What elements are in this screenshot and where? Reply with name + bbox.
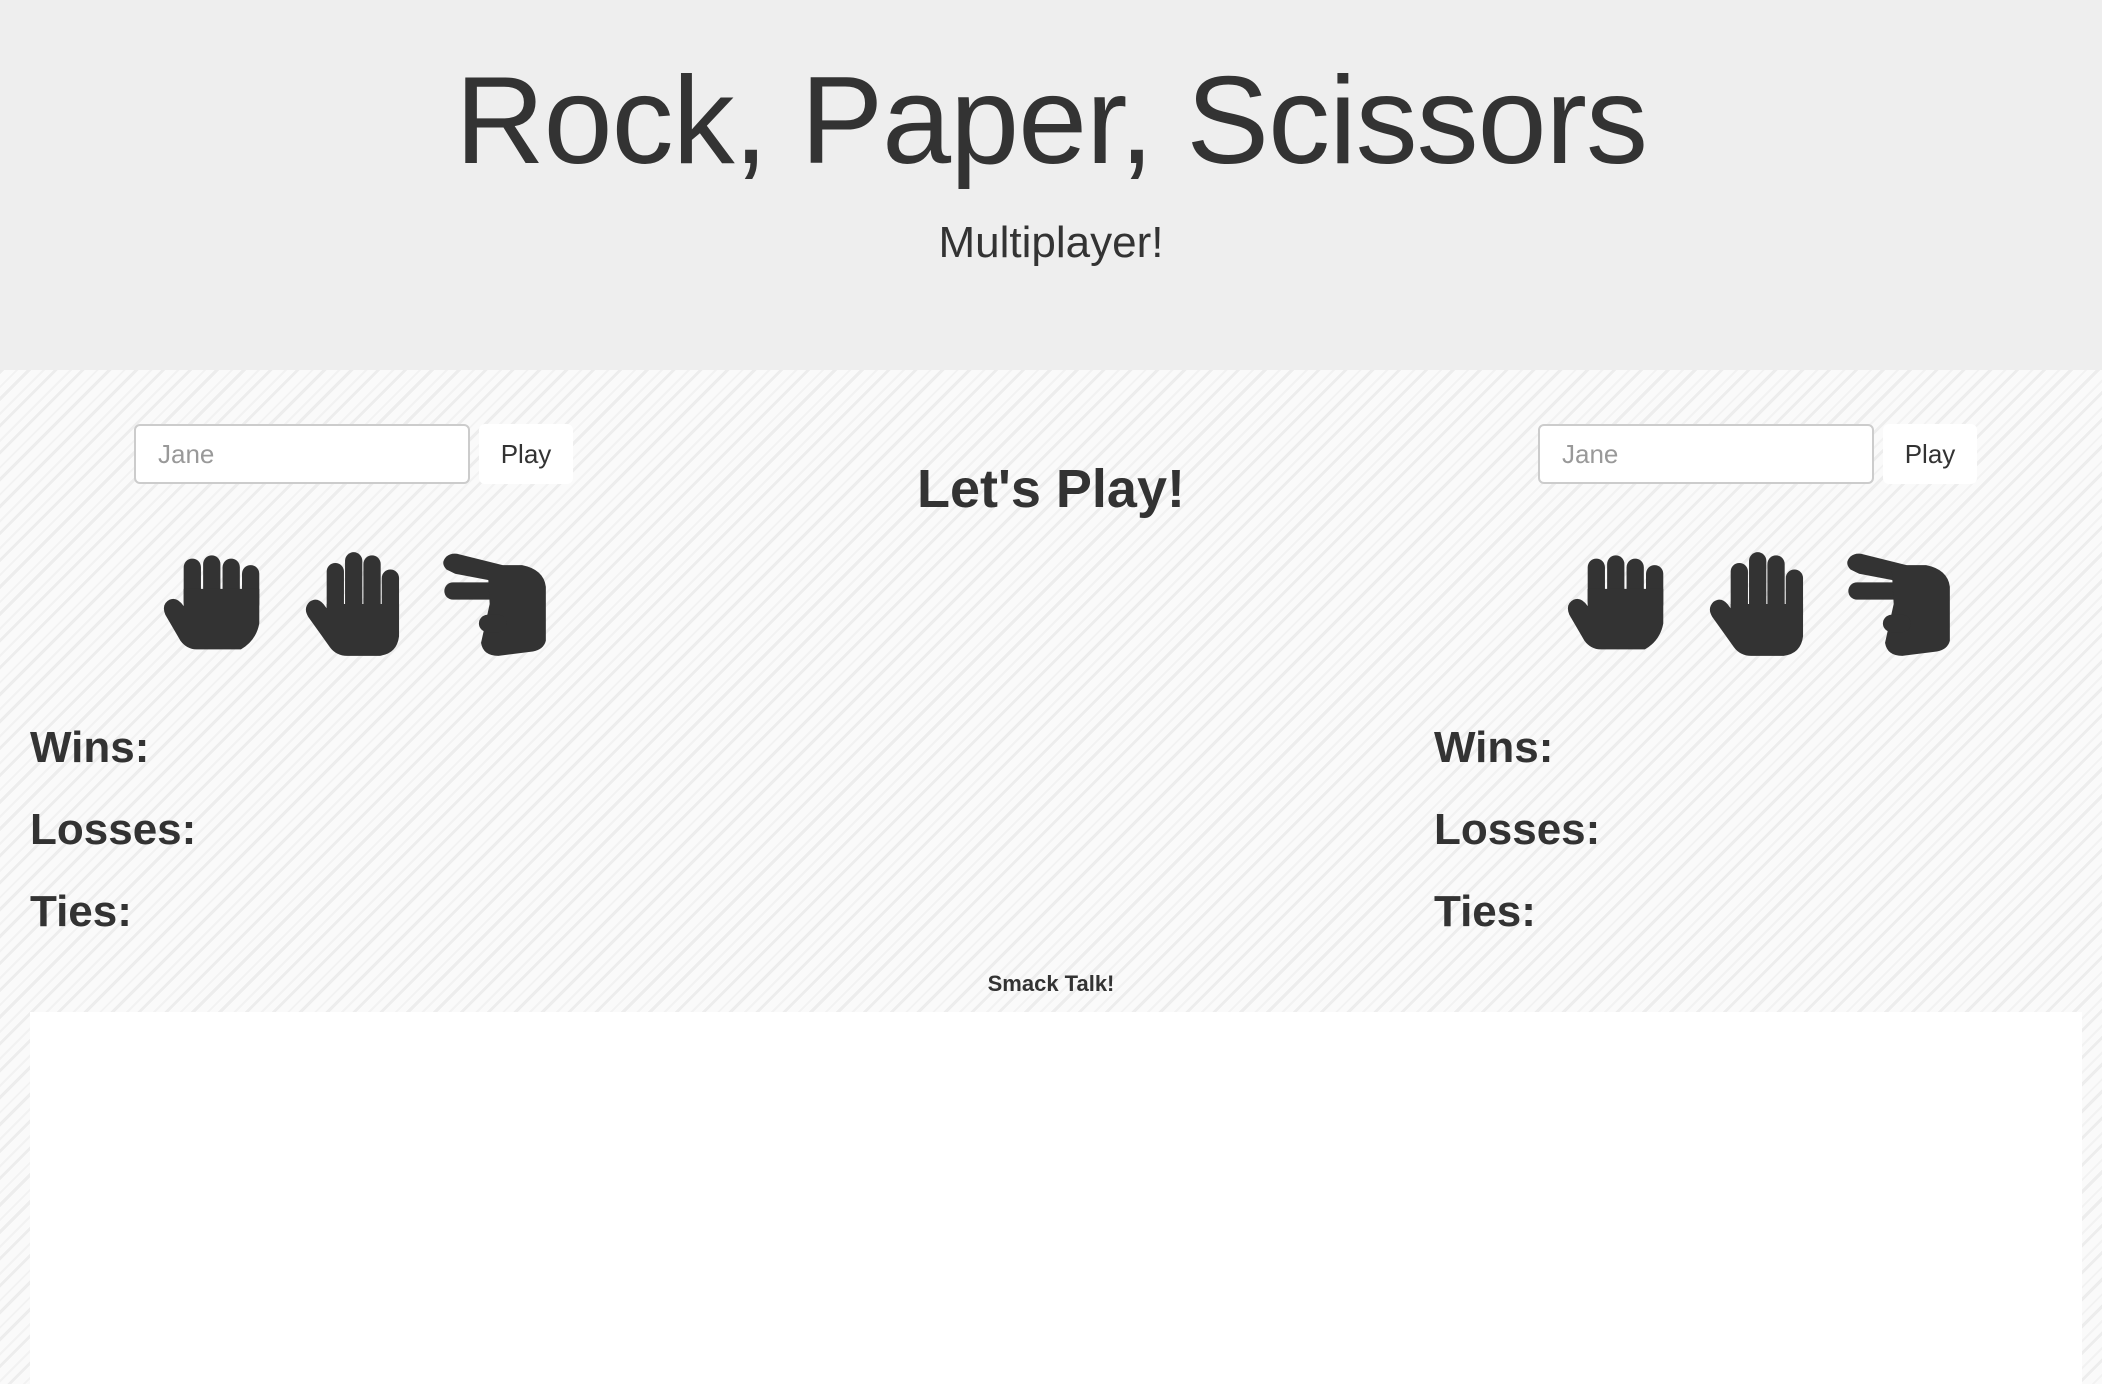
header-banner: Rock, Paper, Scissors Multiplayer! bbox=[0, 0, 2102, 370]
player2-scissors-icon[interactable] bbox=[1844, 550, 1952, 658]
player2-rock-icon[interactable] bbox=[1565, 550, 1673, 658]
player1-paper-icon[interactable] bbox=[304, 550, 412, 658]
player1-losses-label: Losses: bbox=[30, 805, 197, 854]
player2-wins-label: Wins: bbox=[1434, 723, 1554, 772]
page-title: Rock, Paper, Scissors bbox=[455, 52, 1648, 190]
player1-ties-label: Ties: bbox=[30, 887, 132, 936]
player2-play-button[interactable]: Play bbox=[1883, 424, 1977, 484]
player2-name-input[interactable] bbox=[1538, 424, 1874, 484]
player2-losses-label: Losses: bbox=[1434, 805, 1601, 854]
page-subtitle: Multiplayer! bbox=[938, 218, 1164, 267]
player1-rock-icon[interactable] bbox=[161, 550, 269, 658]
chat-label: Smack Talk! bbox=[987, 971, 1115, 996]
player1-scissors-icon[interactable] bbox=[440, 550, 548, 658]
player2-paper-icon[interactable] bbox=[1708, 550, 1816, 658]
chat-panel[interactable] bbox=[30, 1012, 2082, 1384]
player1-wins-label: Wins: bbox=[30, 723, 150, 772]
player2-ties-label: Ties: bbox=[1434, 887, 1536, 936]
